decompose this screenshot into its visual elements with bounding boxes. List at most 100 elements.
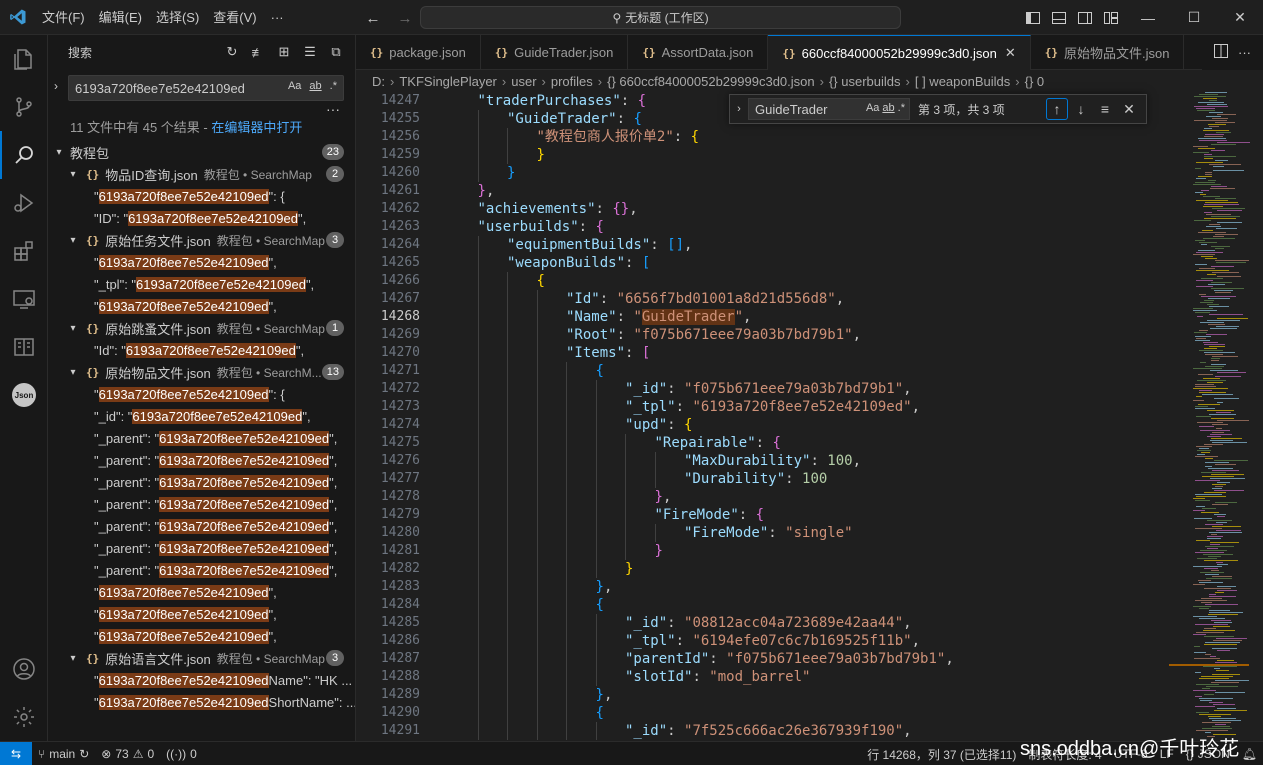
json-tool-icon[interactable]: Json <box>0 371 48 419</box>
notifications-bell-icon[interactable]: 🔔︎ <box>1236 747 1263 761</box>
forward-arrow-icon[interactable]: → <box>394 7 416 29</box>
code-line[interactable]: 14271 { <box>356 362 1166 380</box>
search-match-line[interactable]: "Id": " 6193a720f8ee7e52e42109ed ", <box>48 339 355 361</box>
run-debug-icon[interactable] <box>0 179 48 227</box>
toggle-secondary-sidebar-icon[interactable] <box>1072 7 1098 29</box>
file-row[interactable]: ▾ {} 原始任务文件.json 教程包 • SearchMap 3 <box>48 229 355 251</box>
code-line[interactable]: 14274 "upd": { <box>356 416 1166 434</box>
regex-toggle[interactable]: .* <box>898 102 905 114</box>
open-in-editor-link[interactable]: 在编辑器中打开 <box>211 120 302 135</box>
folder-row[interactable]: ▾ 教程包 23 <box>48 141 355 163</box>
extensions-icon[interactable] <box>0 227 48 275</box>
collapse-all-icon[interactable]: ⧉ <box>327 43 345 61</box>
find-input[interactable]: GuideTrader Aa ab .* <box>748 98 910 120</box>
more-actions-icon[interactable]: ··· <box>1238 45 1251 60</box>
code-line[interactable]: 14277 "Durability": 100 <box>356 470 1166 488</box>
menu-edit[interactable]: 编辑(E) <box>92 0 149 35</box>
breadcrumb-item[interactable]: {} 0 <box>1025 74 1045 89</box>
code-line[interactable]: 14287 "parentId": "f075b671eee79a03b7bd79… <box>356 650 1166 668</box>
regex-toggle[interactable]: .* <box>328 80 339 92</box>
customize-layout-icon[interactable] <box>1098 7 1124 29</box>
search-match-line[interactable]: " 6193a720f8ee7e52e42109ed ", <box>48 295 355 317</box>
code-line[interactable]: 14281} <box>356 542 1166 560</box>
search-match-line[interactable]: "_tpl": " 6193a720f8ee7e52e42109ed ", <box>48 273 355 295</box>
minimize-button[interactable]: — <box>1125 0 1171 35</box>
code-line[interactable]: 14263 "userbuilds": { <box>356 218 1166 236</box>
code-line[interactable]: 14284 { <box>356 596 1166 614</box>
search-match-line[interactable]: "_parent": " 6193a720f8ee7e52e42109ed ", <box>48 493 355 515</box>
view-as-tree-icon[interactable]: ☰ <box>301 43 319 61</box>
breadcrumb-item[interactable]: TKFSinglePlayer <box>399 74 497 89</box>
menu-file[interactable]: 文件(F) <box>35 0 92 35</box>
editor-tab[interactable]: {} AssortData.json <box>628 35 769 70</box>
editor-tab[interactable]: {} 原始物品文件.json <box>1031 35 1185 70</box>
code-line[interactable]: 14286 "_tpl": "6194efe07c6c7b169525f11b", <box>356 632 1166 650</box>
code-line[interactable]: 14265 "weaponBuilds": [ <box>356 254 1166 272</box>
previous-match-arrow-icon[interactable]: ↑ <box>1046 98 1068 120</box>
code-line[interactable]: 14264 "equipmentBuilds": [], <box>356 236 1166 254</box>
refresh-icon[interactable]: ↻ <box>223 43 241 61</box>
file-row[interactable]: ▾ {} 原始跳蚤文件.json 教程包 • SearchMap 1 <box>48 317 355 339</box>
find-in-selection-icon[interactable]: ≡ <box>1094 98 1116 120</box>
settings-gear-icon[interactable] <box>0 693 48 741</box>
breadcrumb-item[interactable]: [ ] weaponBuilds <box>915 74 1010 89</box>
minimap[interactable] <box>1163 92 1263 741</box>
search-match-line[interactable]: "_id": " 6193a720f8ee7e52e42109ed ", <box>48 405 355 427</box>
code-editor[interactable]: 14247 "traderPurchases": {14255 "GuideTrad… <box>356 92 1263 741</box>
close-tab-icon[interactable]: ✕ <box>1005 45 1016 61</box>
editor-tab[interactable]: {} package.json <box>356 35 481 70</box>
search-view-icon[interactable] <box>0 131 48 179</box>
file-row[interactable]: ▾ {} 物品ID查询.json 教程包 • SearchMap 2 <box>48 163 355 185</box>
code-line[interactable]: 14288 "slotId": "mod_barrel" <box>356 668 1166 686</box>
command-center[interactable]: ⚲ 无标题 (工作区) <box>420 6 901 29</box>
remote-explorer-icon[interactable] <box>0 275 48 323</box>
code-line[interactable]: 14262 "achievements": {}, <box>356 200 1166 218</box>
code-line[interactable]: 14285 "_id": "08812acc04a723689e42aa44", <box>356 614 1166 632</box>
search-match-line[interactable]: " 6193a720f8ee7e52e42109ed Name": "HK ... <box>48 669 355 691</box>
search-match-line[interactable]: " 6193a720f8ee7e52e42109ed ", <box>48 625 355 647</box>
code-line[interactable]: 14270 "Items": [ <box>356 344 1166 362</box>
explorer-icon[interactable] <box>0 35 48 83</box>
search-match-line[interactable]: " 6193a720f8ee7e52e42109ed ", <box>48 603 355 625</box>
account-icon[interactable] <box>0 645 48 693</box>
clear-results-icon[interactable]: ≢ <box>249 43 267 61</box>
maximize-button[interactable]: ☐ <box>1171 0 1217 35</box>
cursor-position[interactable]: 行 14268，列 37 (已选择11) <box>861 746 1022 763</box>
search-match-line[interactable]: "_parent": " 6193a720f8ee7e52e42109ed ", <box>48 471 355 493</box>
search-match-line[interactable]: "_parent": " 6193a720f8ee7e52e42109ed ", <box>48 427 355 449</box>
breadcrumb-item[interactable]: {} 660ccf84000052b29999c3d0.json <box>607 74 814 89</box>
file-row[interactable]: ▾ {} 原始物品文件.json 教程包 • SearchM... 13 <box>48 361 355 383</box>
code-line[interactable]: 14256 "教程包商人报价单2": { <box>356 128 1166 146</box>
code-line[interactable]: 14276 "MaxDurability": 100, <box>356 452 1166 470</box>
code-line[interactable]: 14273 "_tpl": "6193a720f8ee7e52e42109ed", <box>356 398 1166 416</box>
code-line[interactable]: 14289}, <box>356 686 1166 704</box>
code-line[interactable]: 14290 { <box>356 704 1166 722</box>
search-match-line[interactable]: "_parent": " 6193a720f8ee7e52e42109ed ", <box>48 515 355 537</box>
search-details-more-icon[interactable]: ··· <box>326 101 340 117</box>
back-arrow-icon[interactable]: ← <box>362 7 384 29</box>
split-editor-icon[interactable] <box>1214 44 1228 61</box>
whole-word-toggle[interactable]: ab <box>882 102 894 114</box>
problems-status[interactable]: ⊗ 73 ⚠ 0 <box>95 747 160 761</box>
code-line[interactable]: 14282} <box>356 560 1166 578</box>
editor-tab[interactable]: {} 660ccf84000052b29999c3d0.json ✕ <box>768 35 1031 70</box>
remote-indicator-icon[interactable]: ⇆ <box>0 741 32 765</box>
match-case-toggle[interactable]: Aa <box>866 102 879 114</box>
code-line[interactable]: 14279 "FireMode": { <box>356 506 1166 524</box>
menu-view[interactable]: 查看(V) <box>206 0 263 35</box>
breadcrumb-item[interactable]: {} userbuilds <box>829 74 901 89</box>
close-button[interactable]: ✕ <box>1217 0 1263 35</box>
code-line[interactable]: 14269 "Root": "f075b671eee79a03b7bd79b1", <box>356 326 1166 344</box>
search-match-line[interactable]: " 6193a720f8ee7e52e42109ed ", <box>48 251 355 273</box>
code-line[interactable]: 14272 "_id": "f075b671eee79a03b7bd79b1", <box>356 380 1166 398</box>
search-match-line[interactable]: " 6193a720f8ee7e52e42109ed ", <box>48 581 355 603</box>
search-match-line[interactable]: "_parent": " 6193a720f8ee7e52e42109ed ", <box>48 449 355 471</box>
toggle-primary-sidebar-icon[interactable] <box>1020 7 1046 29</box>
file-row[interactable]: ▾ {} 原始语言文件.json 教程包 • SearchMap 3 <box>48 647 355 669</box>
search-match-line[interactable]: "_parent": " 6193a720f8ee7e52e42109ed ", <box>48 537 355 559</box>
code-line[interactable]: 14259} <box>356 146 1166 164</box>
whole-word-toggle[interactable]: ab <box>307 80 323 92</box>
code-line[interactable]: 14280 "FireMode": "single" <box>356 524 1166 542</box>
code-line[interactable]: 14267 "Id": "6656f7bd01001a8d21d556d8", <box>356 290 1166 308</box>
search-match-line[interactable]: " 6193a720f8ee7e52e42109ed ShortName": ..… <box>48 691 355 713</box>
